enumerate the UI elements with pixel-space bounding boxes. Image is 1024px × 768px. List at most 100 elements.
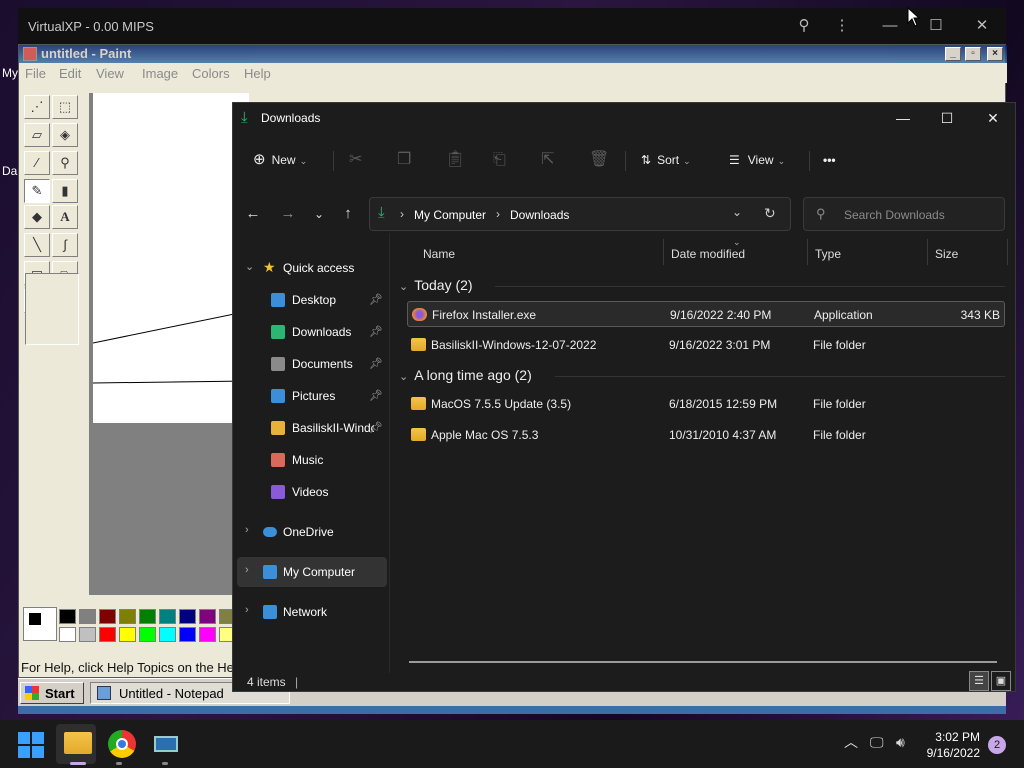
nav-network[interactable]: › Network xyxy=(237,597,387,627)
table-row[interactable]: MacOS 7.5.5 Update (3.5) 6/18/2015 12:59 … xyxy=(407,391,1005,417)
foreground-color[interactable] xyxy=(28,612,42,626)
recent-locations-icon[interactable]: ⌄ xyxy=(307,204,331,224)
paint-minimize-button[interactable]: _ xyxy=(945,47,961,61)
tiles-view-icon[interactable]: ▣ xyxy=(991,671,1011,691)
palette-swatch[interactable] xyxy=(159,627,176,642)
column-separator[interactable] xyxy=(1007,239,1008,265)
cut-icon[interactable]: ✂ xyxy=(349,147,362,173)
text-icon[interactable]: A xyxy=(52,205,78,229)
palette-swatch[interactable] xyxy=(179,627,196,642)
sidebar-item[interactable]: Downloads 📌︎ xyxy=(237,317,387,347)
table-row[interactable]: Apple Mac OS 7.5.3 10/31/2010 4:37 AM File… xyxy=(407,422,1005,448)
sidebar-item[interactable]: Pictures 📌︎ xyxy=(237,381,387,411)
address-bar[interactable]: ⤓ › My Computer › Downloads ⌄ ↻ xyxy=(369,197,791,231)
column-size[interactable]: Size xyxy=(935,247,958,261)
sidebar-item[interactable]: BasiliskII-Windc 📌︎ xyxy=(237,413,387,443)
menu-file[interactable]: File xyxy=(25,66,46,81)
line-icon[interactable]: ╲ xyxy=(24,233,50,257)
palette-swatch[interactable] xyxy=(79,609,96,624)
fill-icon[interactable]: ◈ xyxy=(52,123,78,147)
palette-swatch[interactable] xyxy=(139,627,156,642)
menu-help[interactable]: Help xyxy=(244,66,271,81)
clock-time[interactable]: 3:02 PM xyxy=(935,730,980,744)
nav-quick-access[interactable]: ⌄ ★ Quick access xyxy=(237,253,387,283)
column-separator[interactable] xyxy=(927,239,928,265)
airbrush-icon[interactable]: ◆ xyxy=(24,205,50,229)
group-header[interactable]: ⌄ A long time ago (2) xyxy=(399,367,1005,383)
column-name[interactable]: Name xyxy=(423,247,455,261)
refresh-icon[interactable]: ↻ xyxy=(764,205,776,222)
palette-swatch[interactable] xyxy=(119,627,136,642)
up-icon[interactable]: ↑ xyxy=(336,204,360,224)
group-header[interactable]: ⌄ Today (2) xyxy=(399,277,1005,293)
pin-icon[interactable]: 📌︎ xyxy=(369,293,383,306)
pin-icon[interactable]: 📌︎ xyxy=(369,389,383,402)
sort-button[interactable]: ⇅ Sort ⌄ xyxy=(641,147,691,173)
network-status-icon[interactable]: 🖵︎ xyxy=(870,734,884,751)
nav-onedrive[interactable]: › OneDrive xyxy=(237,517,387,547)
paste-icon[interactable]: 📋︎ xyxy=(445,147,465,173)
rename-icon[interactable]: ⎗ xyxy=(493,147,506,173)
palette-swatch[interactable] xyxy=(59,627,76,642)
virtualxp-icon[interactable] xyxy=(154,736,178,752)
view-button[interactable]: ☰ View ⌄ xyxy=(729,147,785,173)
xp-start-button[interactable]: Start xyxy=(20,682,84,704)
volume-icon[interactable]: 🔊︎ xyxy=(896,734,905,751)
vxp-close-button[interactable]: ✕ xyxy=(970,16,994,36)
vxp-minimize-button[interactable]: — xyxy=(878,16,902,36)
breadcrumb-downloads[interactable]: Downloads xyxy=(510,208,569,222)
more-options-icon[interactable]: ⋮ xyxy=(830,16,854,36)
palette-swatch[interactable] xyxy=(199,627,216,642)
nav-my-computer[interactable]: › My Computer xyxy=(237,557,387,587)
palette-swatch[interactable] xyxy=(79,627,96,642)
palette-swatch[interactable] xyxy=(159,609,176,624)
table-row[interactable]: BasiliskII-Windows-12-07-2022 9/16/2022 3… xyxy=(407,332,1005,358)
more-options-button[interactable]: ••• xyxy=(823,147,836,173)
maximize-button[interactable]: ☐ xyxy=(927,108,967,128)
pencil-icon[interactable]: ✎ xyxy=(24,179,50,203)
color-picker-icon[interactable]: ⁄ xyxy=(24,151,50,175)
share-icon[interactable]: ⇱ xyxy=(541,147,554,173)
paint-close-button[interactable]: × xyxy=(987,47,1003,61)
palette-swatch[interactable] xyxy=(99,627,116,642)
pin-icon[interactable]: 📌︎ xyxy=(369,357,383,370)
start-icon[interactable] xyxy=(18,732,44,758)
back-icon[interactable]: ← xyxy=(241,204,265,224)
chevron-down-icon[interactable]: ⌄ xyxy=(732,205,742,219)
sidebar-item[interactable]: Videos xyxy=(237,477,387,507)
pin-icon[interactable]: 📌︎ xyxy=(369,325,383,338)
minimize-button[interactable]: — xyxy=(883,108,923,128)
palette-swatch[interactable] xyxy=(119,609,136,624)
paint-restore-button[interactable]: ▫ xyxy=(965,47,981,61)
search-box[interactable]: ⚲ Search Downloads xyxy=(803,197,1005,231)
menu-edit[interactable]: Edit xyxy=(59,66,81,81)
palette-swatch[interactable] xyxy=(139,609,156,624)
chevron-up-icon[interactable]: ︿ xyxy=(844,732,858,752)
column-separator[interactable] xyxy=(807,239,808,265)
sidebar-item[interactable]: Documents 📌︎ xyxy=(237,349,387,379)
sidebar-item[interactable]: Desktop 📌︎ xyxy=(237,285,387,315)
drawing-canvas[interactable] xyxy=(93,93,249,423)
eraser-icon[interactable]: ▱ xyxy=(24,123,50,147)
curve-icon[interactable]: ∫ xyxy=(52,233,78,257)
column-separator[interactable] xyxy=(663,239,664,265)
pin-icon[interactable]: 📌︎ xyxy=(369,421,383,434)
column-type[interactable]: Type xyxy=(815,247,841,261)
table-row[interactable]: Firefox Installer.exe 9/16/2022 2:40 PM Ap… xyxy=(407,301,1005,327)
chrome-icon[interactable] xyxy=(108,730,136,758)
details-view-icon[interactable]: ☰ xyxy=(969,671,989,691)
forward-icon[interactable]: → xyxy=(276,204,300,224)
clock-date[interactable]: 9/16/2022 xyxy=(927,746,980,760)
close-button[interactable]: ✕ xyxy=(973,108,1013,128)
horizontal-scrollbar[interactable] xyxy=(409,661,997,663)
palette-swatch[interactable] xyxy=(59,609,76,624)
zoom-icon[interactable]: ⚲ xyxy=(792,16,816,36)
menu-image[interactable]: Image xyxy=(142,66,178,81)
rect-select-icon[interactable]: ⬚ xyxy=(52,95,78,119)
palette-swatch[interactable] xyxy=(199,609,216,624)
desktop-icon-label[interactable]: Da xyxy=(2,164,17,178)
column-date-modified[interactable]: Date modified xyxy=(671,247,745,261)
palette-swatch[interactable] xyxy=(179,609,196,624)
breadcrumb-my-computer[interactable]: My Computer xyxy=(414,208,486,222)
tool-options[interactable] xyxy=(25,273,79,345)
